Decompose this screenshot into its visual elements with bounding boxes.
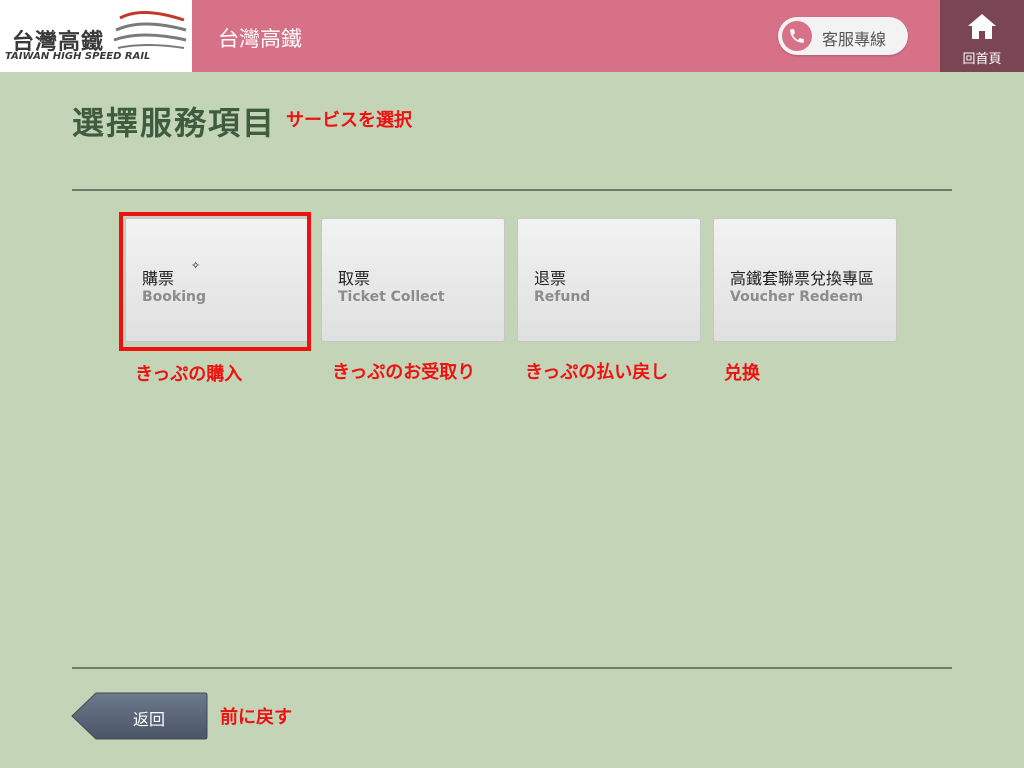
logo-swoosh-icon: [113, 10, 187, 49]
home-label: 回首頁: [962, 52, 1002, 67]
selection-highlight: [119, 212, 311, 351]
customer-service-button[interactable]: 客服專線: [778, 17, 908, 55]
ticket-collect-tile[interactable]: 取票 Ticket Collect: [321, 218, 505, 342]
back-label: 返回: [132, 710, 165, 729]
cursor-icon: ✧: [191, 259, 201, 272]
customer-service-label: 客服專線: [822, 30, 887, 49]
tile-subtitle: Voucher Redeem: [730, 289, 864, 305]
top-divider: [72, 189, 952, 191]
home-button[interactable]: 回首頁: [940, 0, 1024, 72]
voucher-redeem-tile[interactable]: 高鐵套聯票兌換專區 Voucher Redeem: [713, 218, 897, 342]
header-title: 台灣高鐵: [218, 27, 302, 51]
voucher-annotation: 兑换: [724, 363, 760, 384]
phone-icon: [782, 21, 812, 51]
tile-title: 退票: [534, 269, 567, 288]
logo-subtitle: TAIWAN HIGH SPEED RAIL: [5, 51, 151, 62]
top-bar: 台灣高鐵 TAIWAN HIGH SPEED RAIL 台灣高鐵 客服專線 回首…: [0, 0, 1024, 72]
back-button[interactable]: 返回: [70, 692, 208, 740]
tile-title: 高鐵套聯票兌換專區: [730, 269, 875, 288]
logo: 台灣高鐵 TAIWAN HIGH SPEED RAIL: [0, 0, 192, 72]
bottom-divider: [72, 667, 952, 669]
page-title: 選擇服務項目: [72, 104, 277, 142]
ticket-collect-annotation: きっぷのお受取り: [332, 362, 476, 383]
refund-tile[interactable]: 退票 Refund: [517, 218, 701, 342]
home-icon: [968, 14, 996, 39]
refund-annotation: きっぷの払い戻し: [525, 362, 669, 383]
back-annotation: 前に戻す: [220, 707, 292, 728]
tile-subtitle: Ticket Collect: [338, 289, 445, 305]
booking-annotation: きっぷの購入: [135, 364, 243, 385]
tile-title: 取票: [338, 269, 371, 288]
tile-subtitle: Refund: [534, 289, 591, 305]
page-title-annotation: サービスを選択: [286, 110, 412, 131]
